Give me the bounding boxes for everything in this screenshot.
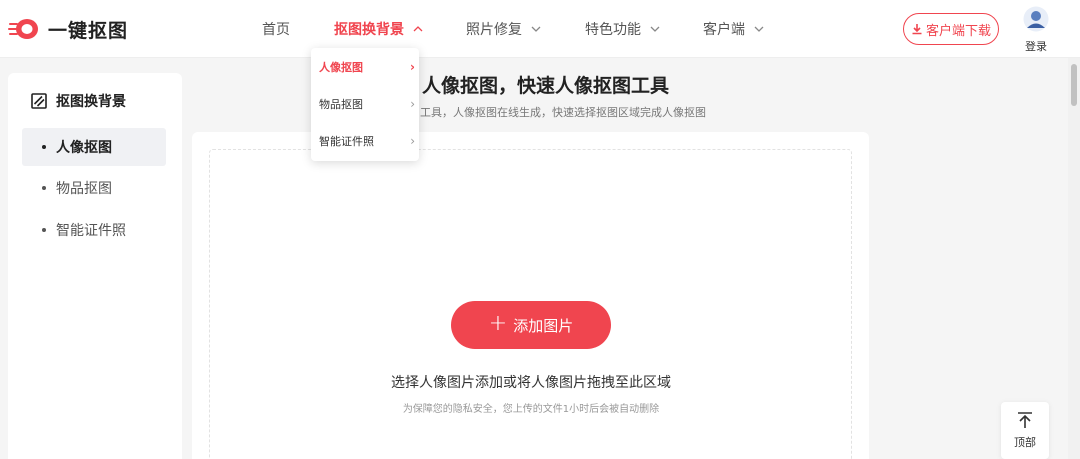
dropdown-item-portrait-cutout[interactable]: 人像抠图 › [319, 59, 415, 75]
bullet-dot [42, 186, 46, 190]
chevron-down-icon [650, 26, 660, 32]
sidebar-item-label: 智能证件照 [56, 223, 126, 239]
chevron-right-icon: › [410, 134, 415, 148]
nav-item-features[interactable]: 特色功能 [585, 19, 661, 39]
privacy-note: 为保障您的隐私安全，您上传的文件1小时后会被自动删除 [402, 404, 660, 415]
dropdown-item-label: 物品抠图 [319, 98, 363, 111]
dropdown-item-id-photo[interactable]: 智能证件照 › [319, 133, 415, 149]
nav-item-client[interactable]: 客户端 [703, 19, 765, 39]
page: 一键抠图 首页 抠图换背景 照片修复 特色功能 客户端 客户端下载 登录 抠图换… [0, 0, 1080, 459]
upload-hint: 选择人像图片添加或将人像图片拖拽至此区域 [391, 375, 671, 391]
sidebar-item-id-photo[interactable]: 智能证件照 [22, 211, 166, 249]
bullet-dot [42, 228, 46, 232]
client-download-button[interactable]: 客户端下载 [903, 13, 999, 45]
bullet-dot [42, 145, 46, 149]
add-image-button[interactable]: + 添加图片 [451, 301, 611, 349]
nav-dropdown-menu: 人像抠图 › 物品抠图 › 智能证件照 › [311, 48, 419, 161]
download-icon [912, 24, 922, 35]
back-to-top-label: 顶部 [1014, 436, 1036, 449]
nav-item-label: 特色功能 [585, 22, 641, 38]
chevron-right-icon: › [410, 97, 415, 111]
chevron-up-icon [413, 26, 423, 32]
sidebar-item-object-cutout[interactable]: 物品抠图 [22, 169, 166, 207]
crop-icon [31, 93, 47, 109]
nav-item-label: 抠图换背景 [334, 22, 404, 38]
scrollbar-thumb[interactable] [1071, 64, 1077, 106]
logo-icon [8, 19, 38, 39]
user-avatar-icon [1023, 6, 1049, 32]
download-label: 客户端下载 [925, 23, 991, 39]
chevron-down-icon [531, 26, 541, 32]
sidebar-item-portrait-cutout[interactable]: 人像抠图 [22, 128, 166, 166]
nav-item-photo-repair[interactable]: 照片修复 [466, 19, 542, 39]
sidebar-item-label: 物品抠图 [56, 181, 112, 197]
dropdown-item-label: 智能证件照 [319, 135, 374, 148]
nav-item-home[interactable]: 首页 [262, 19, 290, 39]
brand-name: 一键抠图 [48, 19, 129, 42]
add-image-label: 添加图片 [513, 316, 574, 335]
nav-item-label: 照片修复 [466, 22, 522, 38]
dropdown-item-label: 人像抠图 [319, 61, 363, 74]
login-label: 登录 [1025, 40, 1047, 53]
arrow-up-icon [1018, 412, 1032, 428]
back-to-top-button[interactable]: 顶部 [1001, 402, 1049, 459]
page-scrollbar[interactable] [1068, 58, 1080, 459]
plus-icon: + [488, 311, 508, 336]
nav-item-label: 首页 [262, 22, 290, 38]
logo[interactable]: 一键抠图 [8, 15, 128, 43]
login-button[interactable]: 登录 [1018, 6, 1054, 54]
sidebar-heading: 抠图换背景 [30, 91, 126, 111]
nav-item-cutout-background[interactable]: 抠图换背景 [334, 19, 424, 39]
sidebar-title: 抠图换背景 [56, 94, 126, 110]
sidebar-item-label: 人像抠图 [56, 140, 112, 156]
dropdown-item-object-cutout[interactable]: 物品抠图 › [319, 96, 415, 112]
top-navbar: 一键抠图 首页 抠图换背景 照片修复 特色功能 客户端 客户端下载 登录 [0, 0, 1080, 58]
page-title: 人像抠图，快速人像抠图工具 [422, 75, 670, 97]
chevron-down-icon [754, 26, 764, 32]
page-subtitle: 工具，人像抠图在线生成，快速选择抠图区域完成人像抠图 [420, 106, 706, 119]
chevron-right-icon: › [410, 60, 415, 74]
nav-item-label: 客户端 [703, 22, 745, 38]
